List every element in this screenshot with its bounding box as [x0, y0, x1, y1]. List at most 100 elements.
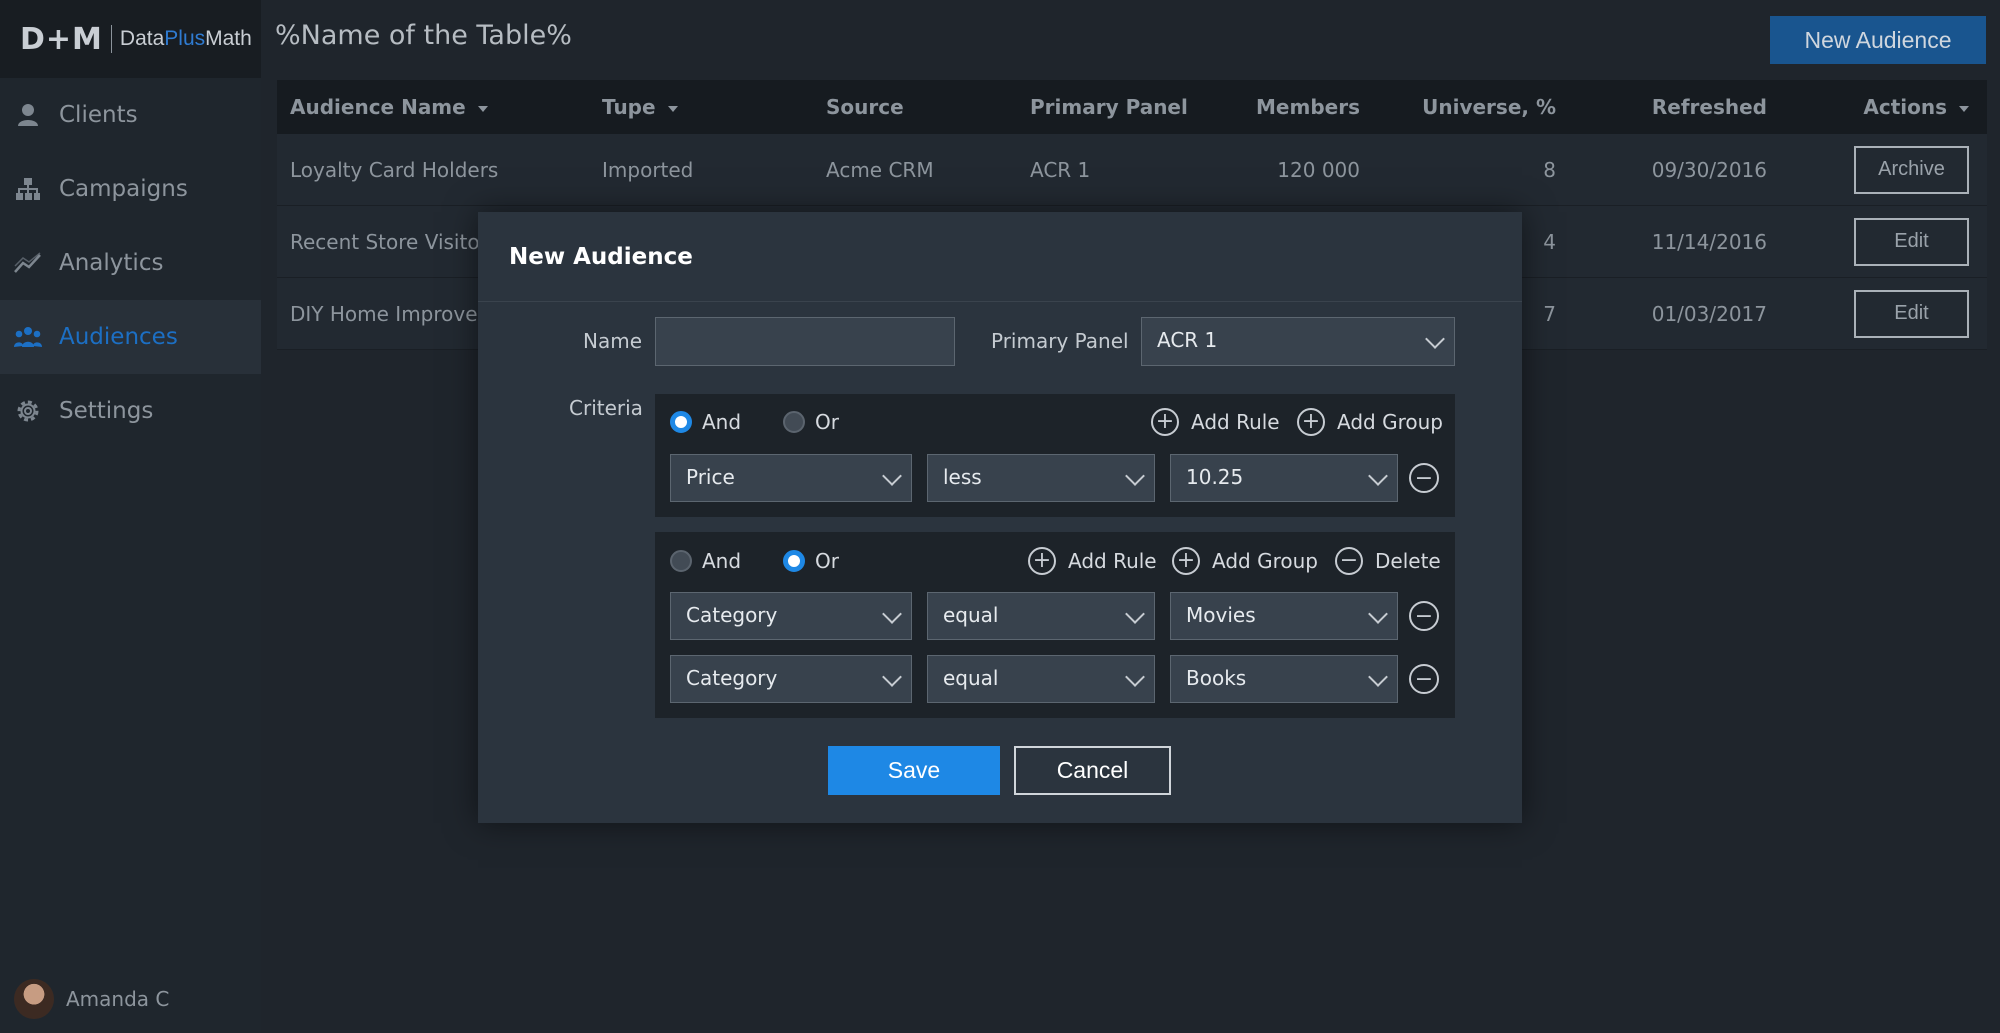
new-audience-button[interactable]: New Audience — [1770, 16, 1986, 64]
rule-field-select[interactable]: Category — [670, 655, 912, 703]
column-header-refreshed: Refreshed — [1651, 95, 1767, 119]
sidebar-item-clients[interactable]: Clients — [0, 78, 261, 152]
page-title: %Name of the Table% — [275, 20, 572, 51]
sort-caret-icon — [477, 105, 488, 112]
cell-audience-name: DIY Home Improver — [290, 301, 486, 326]
or-radio[interactable]: Or — [783, 549, 839, 573]
sidebar-item-analytics[interactable]: Analytics — [0, 226, 261, 300]
modal-title: New Audience — [478, 212, 1522, 302]
people-icon — [14, 323, 42, 351]
and-radio[interactable]: And — [670, 410, 741, 434]
logo-mark: D+M — [20, 21, 103, 57]
user-icon — [14, 101, 42, 129]
add-rule-button[interactable]: + Add Rule — [1151, 408, 1280, 436]
rule-operator-select[interactable]: less — [927, 454, 1155, 502]
rule-value-select[interactable]: Books — [1170, 655, 1398, 703]
chevron-down-icon — [882, 604, 902, 624]
rule-field-select[interactable]: Category — [670, 592, 912, 640]
criteria-group: And Or + Add Rule + Add Group Price less 1… — [655, 394, 1455, 517]
add-group-button[interactable]: + Add Group — [1172, 547, 1318, 575]
user-profile[interactable]: Amanda C — [14, 979, 169, 1019]
chevron-down-icon — [1125, 604, 1145, 624]
cell-members: 120 000 — [1277, 157, 1360, 182]
table-header: Audience Name Tupe Source Primary Panel … — [277, 80, 1987, 134]
column-header-members: Members — [1256, 95, 1360, 119]
rule-operator-select[interactable]: equal — [927, 592, 1155, 640]
remove-rule-icon[interactable]: − — [1409, 601, 1439, 631]
logo-wordmark: DataPlusMath — [119, 27, 252, 50]
sidebar-item-audiences[interactable]: Audiences — [0, 300, 261, 374]
chevron-down-icon — [882, 466, 902, 486]
column-header-source: Source — [826, 95, 904, 119]
archive-button[interactable]: Archive — [1854, 145, 1969, 194]
radio-selected-icon — [783, 550, 805, 572]
radio-unselected-icon — [670, 550, 692, 572]
logo[interactable]: D+M DataPlusMath — [0, 0, 261, 78]
add-group-button[interactable]: + Add Group — [1297, 408, 1443, 436]
plus-circle-icon: + — [1151, 408, 1179, 436]
radio-unselected-icon — [783, 411, 805, 433]
add-rule-button[interactable]: + Add Rule — [1028, 547, 1157, 575]
edit-button[interactable]: Edit — [1854, 217, 1969, 266]
sidebar-item-label: Audiences — [59, 324, 178, 350]
rule-value-select[interactable]: 10.25 — [1170, 454, 1398, 502]
cell-refreshed: 11/14/2016 — [1651, 229, 1767, 254]
primary-panel-select[interactable]: ACR 1 — [1141, 317, 1455, 366]
chevron-down-icon — [1368, 604, 1388, 624]
remove-rule-icon[interactable]: − — [1409, 664, 1439, 694]
criteria-group: And Or + Add Rule + Add Group − Delete Cate… — [655, 532, 1455, 718]
gear-icon — [14, 397, 42, 425]
sidebar-item-label: Analytics — [59, 250, 164, 276]
chevron-down-icon — [882, 667, 902, 687]
minus-circle-icon: − — [1335, 547, 1363, 575]
sidebar-item-label: Clients — [59, 102, 138, 128]
column-header-universe: Universe, % — [1422, 95, 1556, 119]
column-header-actions[interactable]: Actions — [1863, 95, 1969, 119]
remove-rule-icon[interactable]: − — [1409, 463, 1439, 493]
chevron-down-icon — [1425, 329, 1445, 349]
name-label: Name — [583, 329, 643, 353]
sort-caret-icon — [667, 105, 678, 112]
caret-down-icon — [1959, 105, 1969, 112]
column-header-primary-panel: Primary Panel — [1030, 95, 1188, 119]
and-radio[interactable]: And — [670, 549, 741, 573]
chevron-down-icon — [1368, 466, 1388, 486]
criteria-label: Criteria — [569, 396, 643, 420]
new-audience-modal: New Audience Name Primary Panel ACR 1 Cr… — [478, 212, 1522, 823]
name-input[interactable] — [655, 317, 955, 366]
or-radio[interactable]: Or — [783, 410, 839, 434]
hierarchy-icon — [14, 175, 42, 203]
cell-audience-name: Recent Store Visitors — [290, 229, 499, 254]
cancel-button[interactable]: Cancel — [1014, 746, 1171, 795]
cell-universe: 8 — [1543, 157, 1556, 182]
chart-line-icon — [14, 249, 42, 277]
chevron-down-icon — [1125, 466, 1145, 486]
chevron-down-icon — [1368, 667, 1388, 687]
cell-refreshed: 01/03/2017 — [1651, 301, 1767, 326]
plus-circle-icon: + — [1172, 547, 1200, 575]
save-button[interactable]: Save — [828, 746, 1000, 795]
rule-value-select[interactable]: Movies — [1170, 592, 1398, 640]
sidebar-item-label: Campaigns — [59, 176, 188, 202]
sidebar: D+M DataPlusMath Clients Campaigns Analy… — [0, 0, 261, 1033]
chevron-down-icon — [1125, 667, 1145, 687]
column-header-audience-name[interactable]: Audience Name — [290, 95, 488, 119]
edit-button[interactable]: Edit — [1854, 289, 1969, 338]
column-header-type[interactable]: Tupe — [602, 95, 678, 119]
table-row: Loyalty Card Holders Imported Acme CRM A… — [277, 134, 1987, 206]
sidebar-item-label: Settings — [59, 398, 154, 424]
sidebar-item-campaigns[interactable]: Campaigns — [0, 152, 261, 226]
delete-group-button[interactable]: − Delete — [1335, 547, 1441, 575]
radio-selected-icon — [670, 411, 692, 433]
cell-type: Imported — [602, 157, 694, 182]
logo-divider — [110, 25, 112, 53]
cell-audience-name: Loyalty Card Holders — [290, 157, 499, 182]
primary-panel-label: Primary Panel — [991, 329, 1129, 353]
plus-circle-icon: + — [1028, 547, 1056, 575]
avatar — [14, 979, 54, 1019]
rule-operator-select[interactable]: equal — [927, 655, 1155, 703]
cell-universe: 4 — [1543, 229, 1556, 254]
plus-circle-icon: + — [1297, 408, 1325, 436]
sidebar-item-settings[interactable]: Settings — [0, 374, 261, 448]
rule-field-select[interactable]: Price — [670, 454, 912, 502]
